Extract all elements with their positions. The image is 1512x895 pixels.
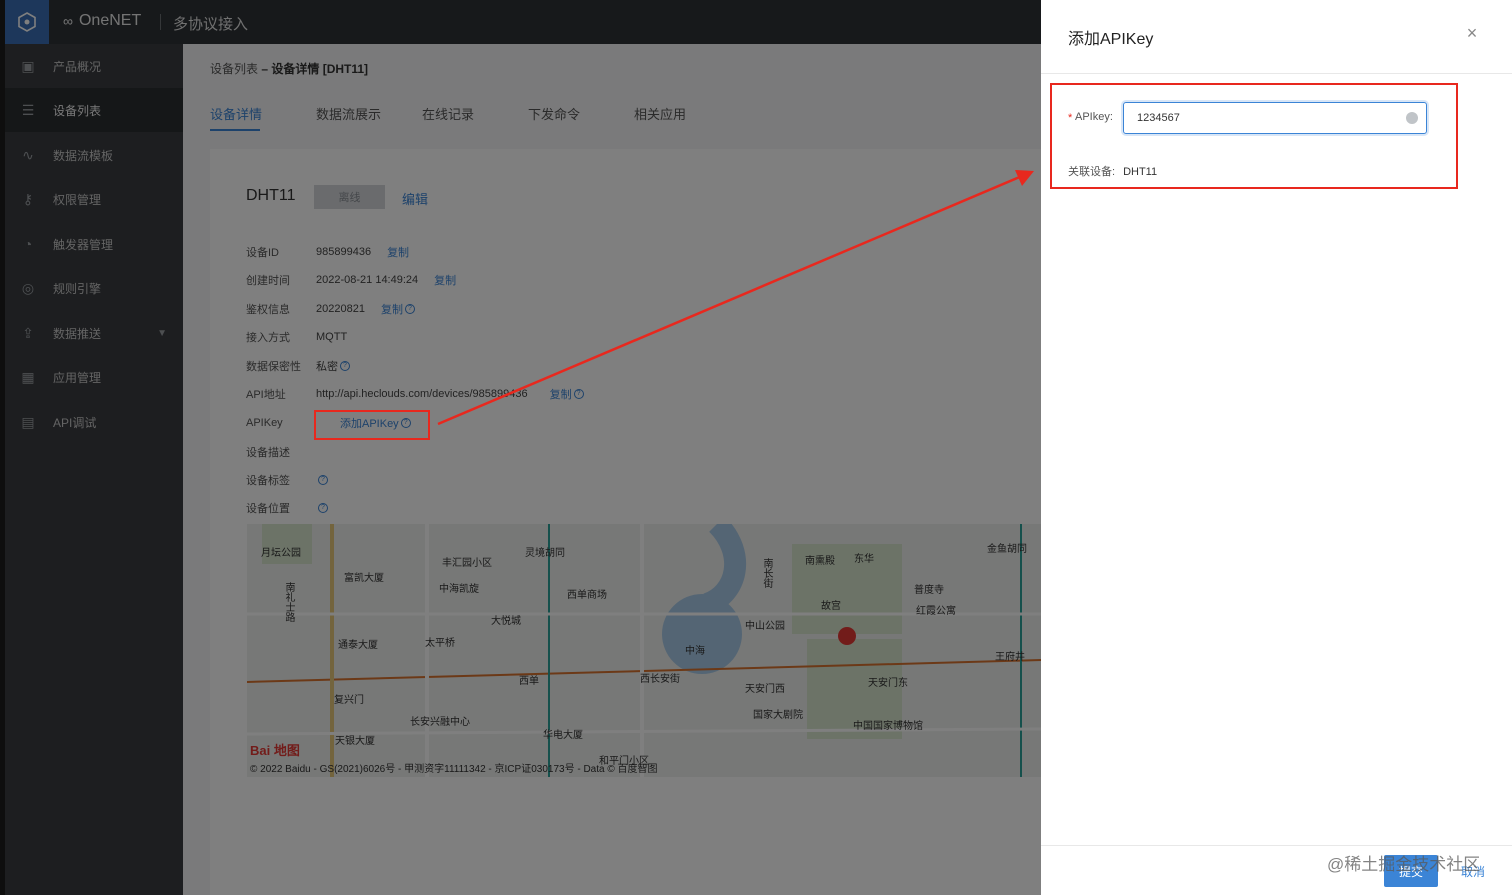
modal-mask[interactable] [0,0,1041,895]
drawer-title: 添加APIKey [1068,31,1154,48]
watermark: @稀土掘金技术社区 [1327,855,1481,874]
drawer-footer-divider [1041,845,1512,846]
annotation-highlight-add-apikey [314,410,430,440]
annotation-highlight-form [1050,83,1458,189]
drawer-header-divider [1041,73,1512,74]
add-apikey-drawer: 添加APIKey × * APIkey: 1234567 关联设备: DHT11 … [1041,0,1512,895]
close-icon[interactable]: × [1463,24,1481,42]
